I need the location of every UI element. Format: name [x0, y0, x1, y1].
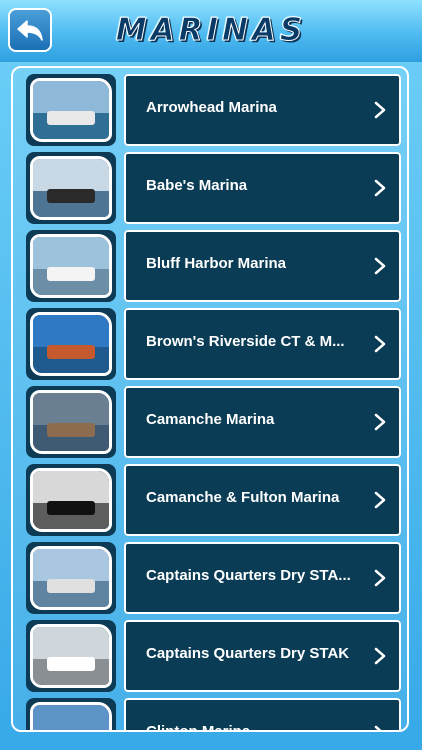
photo-sky [33, 393, 109, 425]
thumbnail-frame [26, 308, 116, 380]
thumbnail-frame [26, 620, 116, 692]
marina-name: Babe's Marina [146, 177, 248, 194]
photo-sky [33, 237, 109, 269]
marina-photo [30, 156, 112, 220]
photo-boat [47, 579, 95, 593]
chevron-right-icon [374, 101, 386, 119]
marina-name: Captains Quarters Dry STAK [146, 645, 350, 662]
chevron-right-icon [374, 647, 386, 665]
list-item[interactable]: Bluff Harbor Marina [23, 228, 401, 302]
photo-sky [33, 159, 109, 191]
chevron-right-icon [374, 257, 386, 275]
photo-boat [47, 657, 95, 671]
photo-sky [33, 81, 109, 113]
thumbnail-frame [26, 74, 116, 146]
marina-name: Bluff Harbor Marina [146, 255, 287, 272]
photo-sky [33, 471, 109, 503]
marina-name: Arrowhead Marina [146, 99, 277, 116]
photo-sky [33, 549, 109, 581]
marina-photo [30, 312, 112, 376]
list-item[interactable]: Captains Quarters Dry STA... [23, 540, 401, 614]
chevron-right-icon [374, 569, 386, 587]
chevron-right-icon [374, 413, 386, 431]
photo-boat [47, 345, 95, 359]
marina-list-panel[interactable]: Arrowhead Marina Babe's Marina Bluff Harbo… [11, 66, 409, 732]
marina-photo [30, 390, 112, 454]
marina-card[interactable]: Brown's Riverside CT & M... [124, 308, 401, 380]
marina-photo [30, 702, 112, 730]
list-item[interactable]: Camanche Marina [23, 384, 401, 458]
page-title: MARINAS [115, 12, 307, 49]
marina-card[interactable]: Captains Quarters Dry STAK [124, 620, 401, 692]
list-item[interactable]: Camanche & Fulton Marina [23, 462, 401, 536]
thumbnail-frame [26, 698, 116, 730]
marina-card[interactable]: Clinton Marina [124, 698, 401, 732]
list-item[interactable]: Captains Quarters Dry STAK [23, 618, 401, 692]
marina-name: Clinton Marina [146, 723, 251, 732]
marina-card[interactable]: Bluff Harbor Marina [124, 230, 401, 302]
marina-photo [30, 468, 112, 532]
photo-boat [47, 423, 95, 437]
thumbnail-frame [26, 464, 116, 536]
photo-boat [47, 111, 95, 125]
photo-boat [47, 267, 95, 281]
marina-photo [30, 546, 112, 610]
list-item[interactable]: Brown's Riverside CT & M... [23, 306, 401, 380]
chevron-right-icon [374, 725, 382, 730]
list-item[interactable]: Babe's Marina [23, 150, 401, 224]
marina-photo [30, 624, 112, 688]
marina-name: Brown's Riverside CT & M... [146, 333, 345, 350]
thumbnail-frame [26, 386, 116, 458]
chevron-right-icon [374, 335, 386, 353]
chevron-right-icon [374, 179, 386, 197]
photo-boat [47, 501, 95, 515]
marina-name: Camanche Marina [146, 411, 275, 428]
marina-name: Camanche & Fulton Marina [146, 489, 340, 506]
marina-card[interactable]: Arrowhead Marina [124, 74, 401, 146]
marina-card[interactable]: Camanche Marina [124, 386, 401, 458]
marina-card[interactable]: Captains Quarters Dry STA... [124, 542, 401, 614]
photo-boat [47, 189, 95, 203]
photo-sky [33, 705, 109, 730]
marina-list: Arrowhead Marina Babe's Marina Bluff Harbo… [13, 68, 407, 730]
header-bar: MARINAS [0, 0, 422, 62]
photo-sky [33, 315, 109, 347]
list-item[interactable]: Arrowhead Marina [23, 72, 401, 146]
list-item[interactable]: Clinton Marina [23, 696, 401, 732]
thumbnail-frame [26, 542, 116, 614]
marina-photo [30, 234, 112, 298]
marina-card[interactable]: Camanche & Fulton Marina [124, 464, 401, 536]
marina-name: Captains Quarters Dry STA... [146, 567, 351, 584]
marina-card[interactable]: Babe's Marina [124, 152, 401, 224]
marina-photo [30, 78, 112, 142]
thumbnail-frame [26, 152, 116, 224]
photo-sky [33, 627, 109, 659]
thumbnail-frame [26, 230, 116, 302]
chevron-right-icon [374, 491, 386, 509]
